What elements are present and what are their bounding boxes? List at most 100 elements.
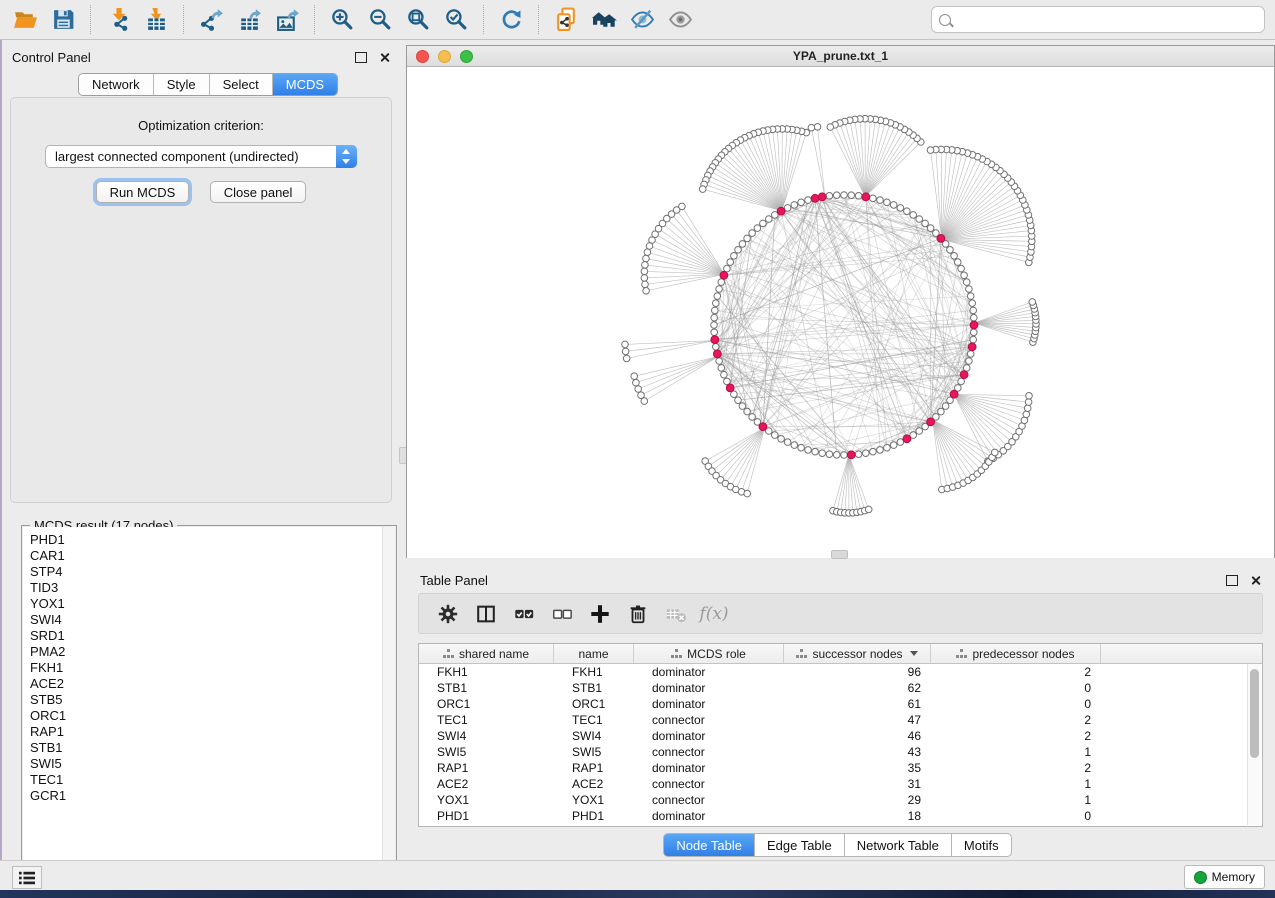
select-all-button[interactable]: [505, 598, 543, 630]
cell-shared-name[interactable]: YOX1: [419, 792, 554, 808]
mcds-result-item[interactable]: RAP1: [30, 724, 383, 740]
cell-successor-nodes[interactable]: 62: [784, 680, 931, 696]
network-node[interactable]: [947, 247, 954, 254]
network-node[interactable]: [760, 220, 767, 227]
network-hub-node[interactable]: [726, 384, 734, 392]
eye-slash-button[interactable]: [623, 4, 661, 36]
column-header-predecessor-nodes[interactable]: predecessor nodes: [931, 644, 1101, 663]
network-node[interactable]: [826, 193, 833, 200]
network-node[interactable]: [791, 442, 798, 449]
cell-shared-name[interactable]: STB1: [419, 680, 554, 696]
mcds-result-item[interactable]: STB5: [30, 692, 383, 708]
network-leaf-node[interactable]: [1029, 299, 1036, 306]
cell-shared-name[interactable]: TEC1: [419, 712, 554, 728]
close-panel-icon[interactable]: [379, 52, 390, 63]
cell-name[interactable]: SWI4: [554, 728, 634, 744]
float-table-panel-icon[interactable]: [1226, 575, 1238, 586]
mcds-result-item[interactable]: PHD1: [30, 532, 383, 548]
table-row[interactable]: YOX1YOX1connector291: [419, 792, 1262, 808]
network-node[interactable]: [958, 378, 965, 385]
network-node[interactable]: [910, 212, 917, 219]
criterion-dropdown[interactable]: largest connected component (undirected): [45, 145, 357, 168]
cell-MCDS-role[interactable]: dominator: [634, 808, 784, 824]
network-node[interactable]: [721, 371, 728, 378]
tab-motifs[interactable]: Motifs: [952, 833, 1012, 857]
network-leaf-node[interactable]: [699, 186, 706, 193]
tab-style[interactable]: Style: [154, 74, 210, 95]
cell-MCDS-role[interactable]: dominator: [634, 664, 784, 680]
tab-network-table[interactable]: Network Table: [845, 833, 952, 857]
network-node[interactable]: [766, 216, 773, 223]
network-node[interactable]: [778, 436, 785, 443]
network-leaf-node[interactable]: [623, 355, 630, 362]
network-node[interactable]: [744, 408, 751, 415]
network-node[interactable]: [735, 247, 742, 254]
column-header-shared-name[interactable]: shared name: [419, 644, 554, 663]
network-node[interactable]: [718, 365, 725, 372]
network-hub-node[interactable]: [777, 207, 785, 215]
network-node[interactable]: [884, 444, 891, 451]
network-node[interactable]: [955, 259, 962, 266]
cell-MCDS-role[interactable]: connector: [634, 712, 784, 728]
network-node[interactable]: [713, 300, 720, 307]
table-row[interactable]: TEC1TEC1connector472: [419, 712, 1262, 728]
network-node[interactable]: [855, 451, 862, 458]
network-leaf-node[interactable]: [641, 275, 648, 282]
network-node[interactable]: [833, 192, 840, 199]
network-node[interactable]: [714, 293, 721, 300]
network-node[interactable]: [848, 192, 855, 199]
network-leaf-node[interactable]: [631, 373, 638, 380]
zoom-fit-button[interactable]: [399, 4, 437, 36]
network-hub-node[interactable]: [937, 235, 945, 243]
network-node[interactable]: [716, 358, 723, 365]
mcds-result-item[interactable]: STP4: [30, 564, 383, 580]
network-leaf-node[interactable]: [744, 490, 751, 497]
network-node[interactable]: [731, 253, 738, 260]
cell-successor-nodes[interactable]: 31: [784, 776, 931, 792]
run-mcds-button[interactable]: Run MCDS: [96, 181, 190, 203]
network-node[interactable]: [805, 197, 812, 204]
network-hub-node[interactable]: [711, 336, 719, 344]
network-hub-node[interactable]: [713, 350, 721, 358]
cell-name[interactable]: RAP1: [554, 760, 634, 776]
cell-MCDS-role[interactable]: dominator: [634, 680, 784, 696]
network-hub-node[interactable]: [927, 418, 935, 426]
network-node[interactable]: [877, 197, 884, 204]
network-node[interactable]: [967, 351, 974, 358]
network-window-titlebar[interactable]: YPA_prune.txt_1: [407, 46, 1274, 67]
mcds-result-item[interactable]: SWI4: [30, 612, 383, 628]
network-leaf-node[interactable]: [646, 243, 653, 250]
houses-button[interactable]: [585, 4, 623, 36]
network-leaf-node[interactable]: [992, 449, 999, 456]
network-graph[interactable]: [407, 67, 1274, 558]
cell-shared-name[interactable]: ORC1: [419, 696, 554, 712]
network-node[interactable]: [713, 344, 720, 351]
horizontal-splitter-handle[interactable]: [831, 550, 848, 559]
cell-successor-nodes[interactable]: 43: [784, 744, 931, 760]
cell-name[interactable]: YOX1: [554, 792, 634, 808]
table-row[interactable]: SWI5SWI5connector431: [419, 744, 1262, 760]
table-row[interactable]: ACE2ACE2connector311: [419, 776, 1262, 792]
cell-MCDS-role[interactable]: connector: [634, 776, 784, 792]
cell-predecessor-nodes[interactable]: 2: [931, 760, 1101, 776]
network-node[interactable]: [718, 279, 725, 286]
zoom-out-button[interactable]: [361, 4, 399, 36]
network-leaf-node[interactable]: [641, 398, 648, 405]
network-node[interactable]: [739, 241, 746, 248]
network-node[interactable]: [711, 322, 718, 329]
network-node[interactable]: [890, 202, 897, 209]
network-node[interactable]: [966, 286, 973, 293]
cell-MCDS-role[interactable]: dominator: [634, 760, 784, 776]
eye-button[interactable]: [661, 4, 699, 36]
table-row[interactable]: PHD1PHD1dominator180: [419, 808, 1262, 824]
network-canvas[interactable]: [407, 67, 1274, 558]
network-node[interactable]: [897, 205, 904, 212]
network-node[interactable]: [884, 199, 891, 206]
network-node[interactable]: [798, 199, 805, 206]
cell-predecessor-nodes[interactable]: 2: [931, 664, 1101, 680]
cell-predecessor-nodes[interactable]: 0: [931, 808, 1101, 824]
cell-successor-nodes[interactable]: 18: [784, 808, 931, 824]
delete-table-button[interactable]: [657, 598, 695, 630]
cell-MCDS-role[interactable]: connector: [634, 792, 784, 808]
network-node[interactable]: [961, 272, 968, 279]
